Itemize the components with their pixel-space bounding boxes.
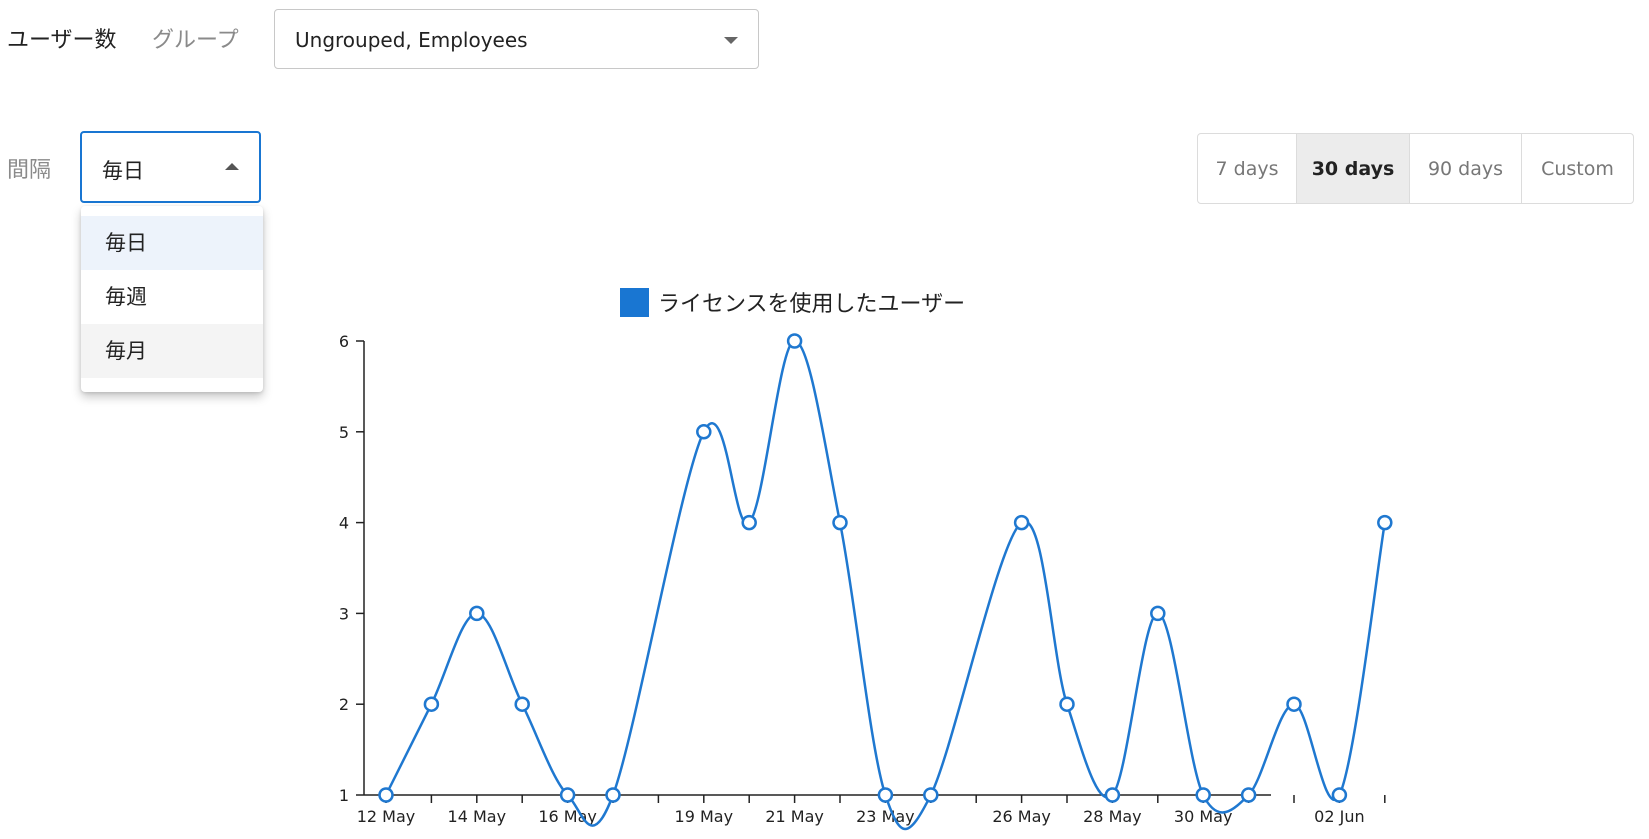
y-tick-label: 4	[339, 514, 349, 533]
data-point[interactable]	[605, 787, 621, 803]
y-tick-label: 1	[339, 786, 349, 805]
data-point[interactable]	[1286, 696, 1302, 712]
data-point[interactable]	[1240, 787, 1257, 803]
data-point[interactable]	[741, 514, 757, 531]
data-point[interactable]	[1059, 696, 1075, 712]
legend-swatch	[620, 288, 649, 317]
data-point[interactable]	[559, 787, 576, 803]
y-tick-label: 5	[339, 423, 349, 442]
data-point[interactable]	[877, 787, 894, 803]
data-point[interactable]	[469, 605, 485, 622]
data-point[interactable]	[1195, 787, 1211, 803]
x-tick-label: 14 May	[448, 807, 507, 826]
x-tick-label: 02 Jun	[1314, 807, 1364, 826]
data-point[interactable]	[832, 514, 848, 531]
y-tick-label: 2	[339, 695, 349, 714]
x-tick-label: 26 May	[992, 807, 1051, 826]
x-tick-label: 23 May	[856, 807, 915, 826]
x-tick-label: 28 May	[1083, 807, 1142, 826]
data-point[interactable]	[696, 424, 712, 440]
x-tick-label: 12 May	[357, 807, 416, 826]
x-tick-label: 30 May	[1174, 807, 1233, 826]
y-tick-label: 3	[339, 604, 349, 623]
series-line	[384, 339, 1387, 831]
x-tick-label: 21 May	[765, 807, 824, 826]
data-point[interactable]	[378, 787, 394, 803]
data-point[interactable]	[514, 696, 530, 712]
legend-label: ライセンスを使用したユーザー	[658, 292, 965, 317]
y-tick-label: 6	[339, 332, 349, 351]
data-point[interactable]	[1377, 514, 1393, 531]
x-tick-label: 19 May	[675, 807, 734, 826]
data-point[interactable]	[786, 333, 803, 349]
data-point[interactable]	[923, 787, 939, 803]
data-point[interactable]	[1104, 787, 1121, 803]
license-users-chart: ライセンスを使用したユーザー 123456 12 May 14 May 16 May…	[339, 288, 1393, 831]
data-point[interactable]	[1331, 787, 1348, 803]
data-point[interactable]	[423, 696, 440, 712]
data-point[interactable]	[1150, 605, 1166, 622]
data-point[interactable]	[1013, 514, 1030, 531]
